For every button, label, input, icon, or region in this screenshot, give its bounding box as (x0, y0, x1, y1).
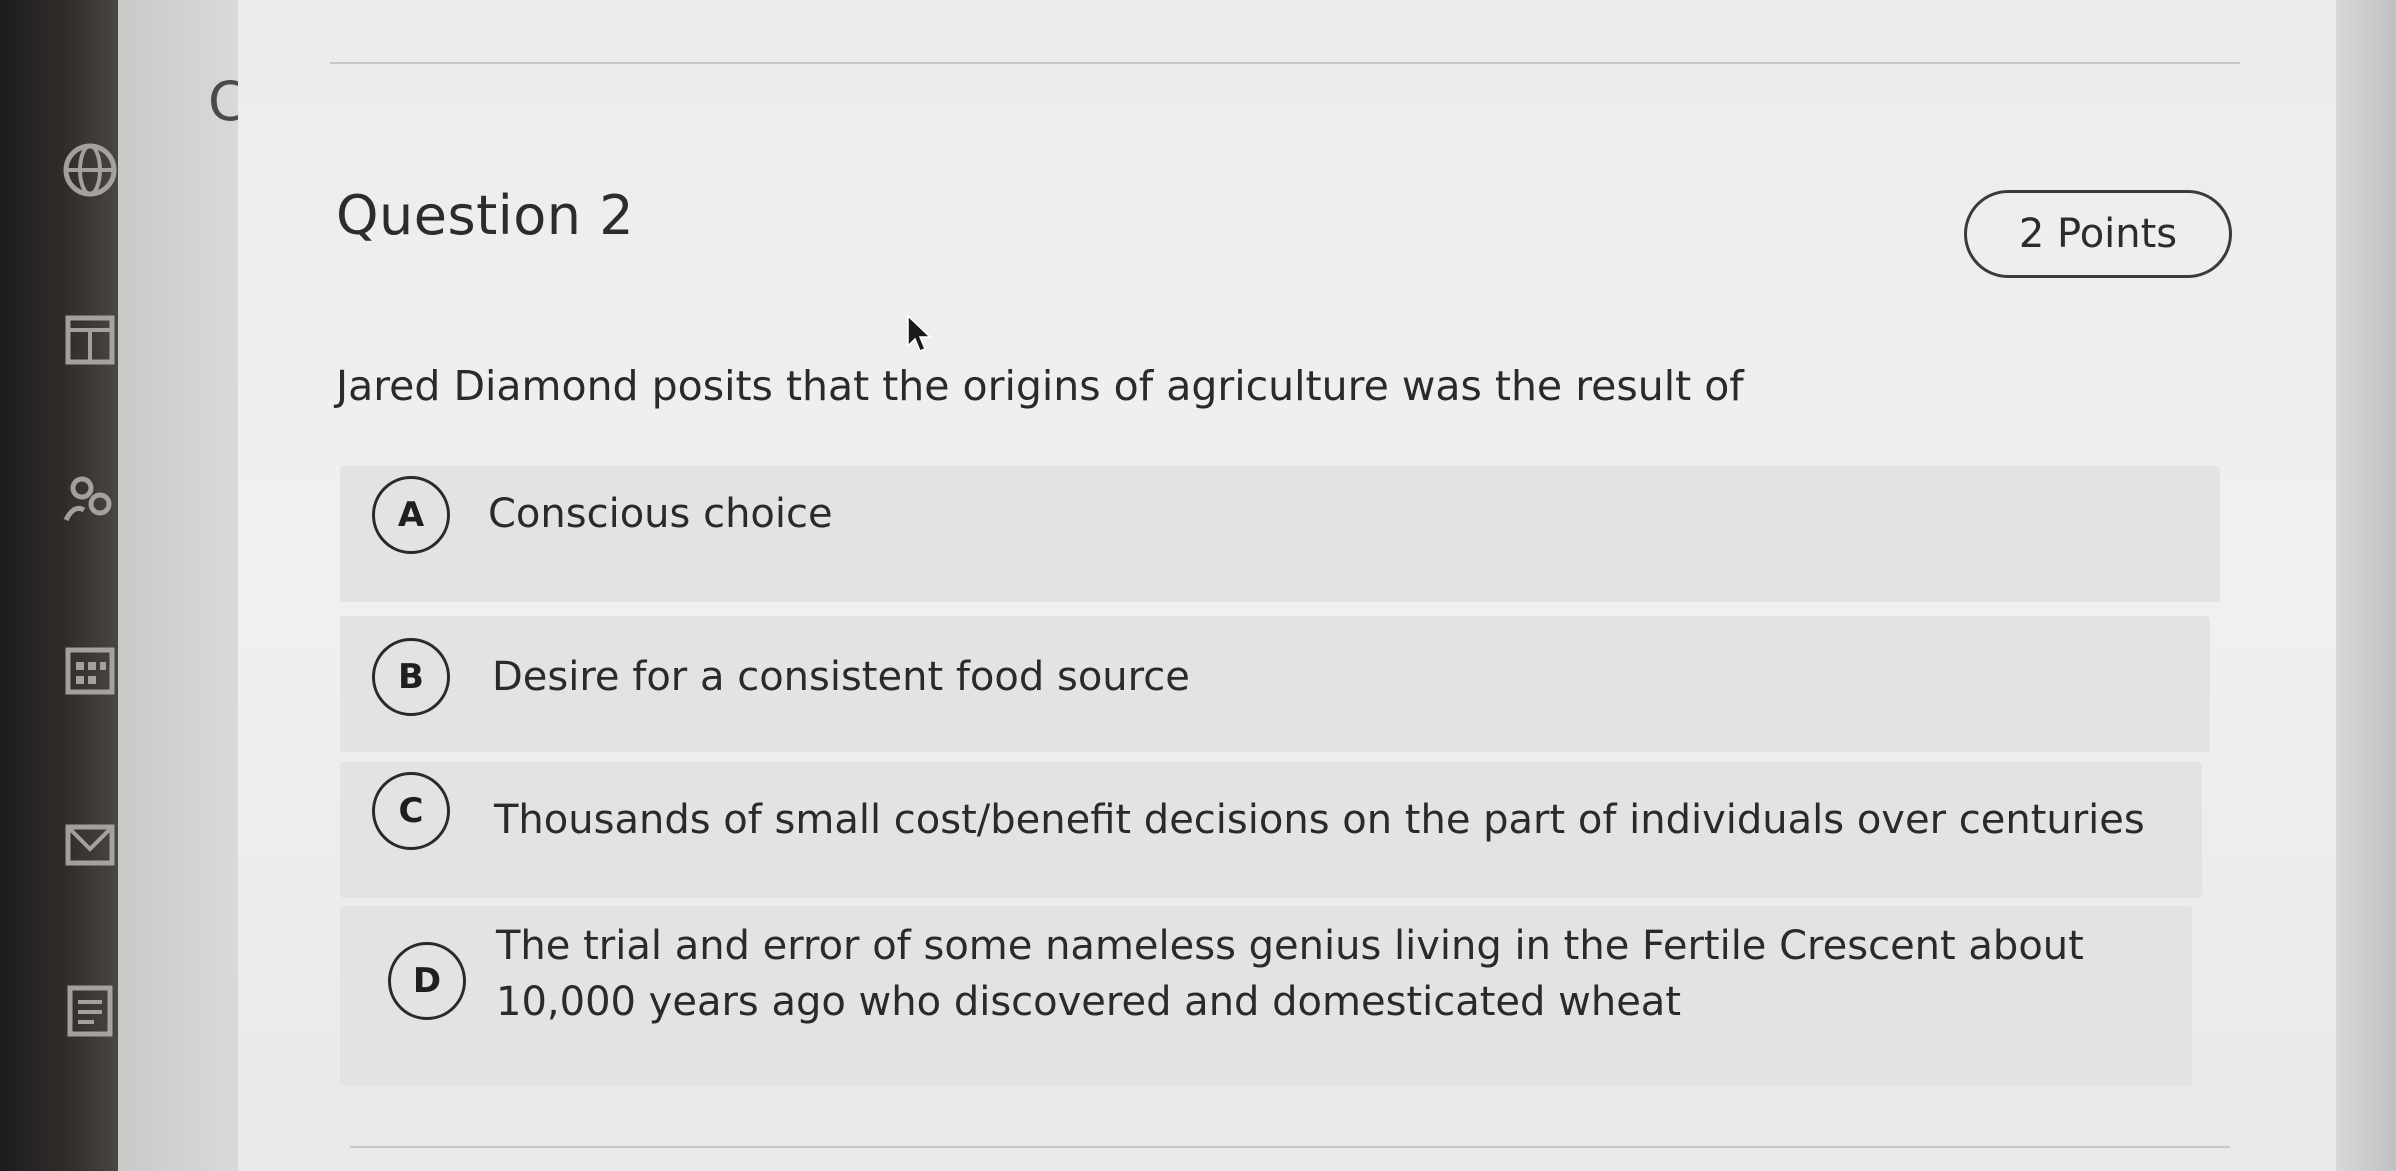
globe-icon[interactable] (60, 140, 120, 200)
option-b[interactable]: B Desire for a consistent food source (340, 616, 2210, 752)
mouse-cursor-icon (907, 314, 932, 352)
option-a[interactable]: A Conscious choice (340, 466, 2220, 602)
option-c[interactable]: C Thousands of small cost/benefit decisi… (340, 762, 2202, 898)
option-c-radio[interactable]: C (372, 772, 450, 850)
option-d[interactable]: D The trial and error of some nameless g… (340, 906, 2192, 1086)
top-divider (330, 62, 2240, 64)
question-title: Question 2 (336, 184, 635, 247)
question-prompt: Jared Diamond posits that the origins of… (336, 362, 1744, 410)
option-b-radio[interactable]: B (372, 638, 450, 716)
option-d-radio[interactable]: D (388, 942, 466, 1020)
points-badge: 2 Points (1964, 190, 2232, 278)
app-sidebar (0, 0, 118, 1171)
mail-icon[interactable] (60, 815, 120, 875)
document-icon[interactable] (60, 980, 120, 1040)
option-a-label: Conscious choice (488, 491, 833, 537)
option-d-label-line1: The trial and error of some nameless gen… (496, 923, 2084, 969)
right-edge (2336, 0, 2396, 1171)
people-icon[interactable] (60, 470, 120, 530)
option-c-label: Thousands of small cost/benefit decision… (494, 797, 2145, 843)
option-b-label: Desire for a consistent food source (492, 654, 1190, 700)
bottom-divider (350, 1146, 2230, 1148)
calendar-icon[interactable] (60, 640, 120, 700)
left-gutter (118, 0, 238, 1171)
option-d-label-line2: 10,000 years ago who discovered and dome… (496, 979, 1681, 1025)
columns-icon[interactable] (60, 310, 120, 370)
option-a-radio[interactable]: A (372, 476, 450, 554)
